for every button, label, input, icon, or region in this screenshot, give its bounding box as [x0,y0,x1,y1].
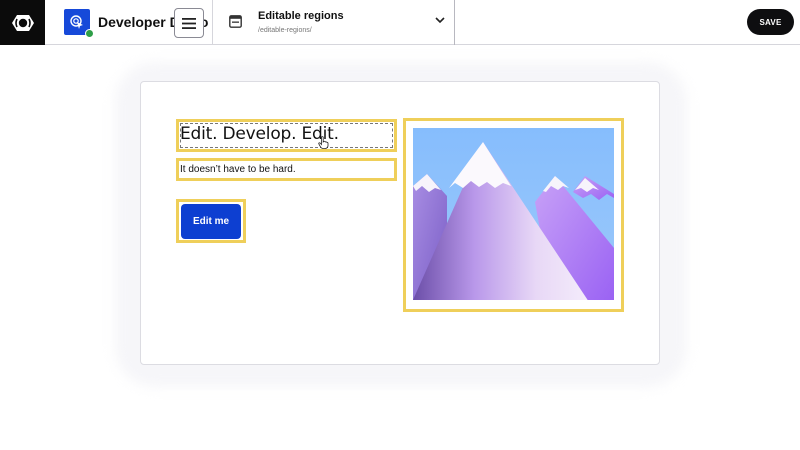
hamburger-menu-icon [182,17,196,29]
mountain-image[interactable] [413,128,614,302]
cursor-click-icon [70,15,83,29]
save-button[interactable]: SAVE [747,9,794,35]
top-toolbar: Developer Demo Editable regions /editabl… [0,0,800,45]
page-selector[interactable]: Editable regions /editable-regions/ [213,0,455,45]
page-title: Editable regions [258,10,344,22]
cloudcannon-logo-icon [11,14,34,31]
editable-heading[interactable]: Edit. Develop. Edit. [180,124,339,144]
check-status-icon [85,29,94,38]
app-logo[interactable] [0,0,45,45]
chevron-down-icon [435,17,445,24]
page-layout-icon [229,15,242,28]
page-path: /editable-regions/ [258,27,312,34]
hand-pointer-icon [318,136,329,149]
menu-button[interactable] [174,8,204,38]
editable-subheading[interactable]: It doesn’t have to be hard. [180,164,296,175]
edit-me-button[interactable]: Edit me [181,204,241,239]
